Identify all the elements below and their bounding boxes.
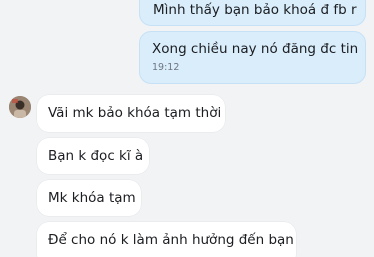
chat-thread: Mình thấy bạn bảo khoá đ fb r Xong chiều…: [0, 0, 374, 257]
outgoing-message[interactable]: Mình thấy bạn bảo khoá đ fb r: [139, 0, 366, 26]
incoming-message[interactable]: Mk khóa tạm: [37, 180, 141, 216]
message-text: Mình thấy bạn bảo khoá đ fb r: [153, 2, 357, 18]
avatar-icon[interactable]: [9, 96, 31, 118]
incoming-message[interactable]: Bạn k đọc kĩ à: [37, 138, 149, 174]
outgoing-message[interactable]: Xong chiều nay nó đăng đc tin 19:12: [139, 31, 366, 84]
message-text: Bạn k đọc kĩ à: [48, 148, 144, 164]
message-text: Để cho nó k làm ảnh hưởng đến bạn: [48, 232, 294, 248]
message-text: Vãi mk bảo khóa tạm thời: [48, 105, 222, 121]
incoming-message[interactable]: Vãi mk bảo khóa tạm thời: [37, 95, 225, 132]
message-timestamp: 19:12: [152, 62, 180, 73]
incoming-message[interactable]: Để cho nó k làm ảnh hưởng đến bạn: [37, 222, 296, 257]
message-text: Xong chiều nay nó đăng đc tin: [152, 41, 359, 57]
message-text: Mk khóa tạm: [48, 190, 136, 206]
